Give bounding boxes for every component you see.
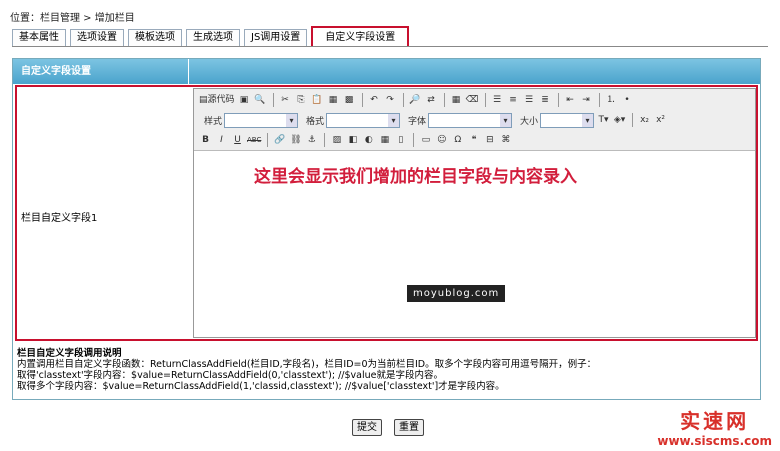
- paste-icon[interactable]: 📋: [310, 92, 325, 108]
- watermark: moyublog.com: [407, 285, 506, 302]
- annotation-text: 这里会显示我们增加的栏目字段与内容录入: [254, 167, 577, 187]
- toolbar-separator: [413, 133, 415, 147]
- toolbar-separator: [272, 93, 274, 107]
- toolbar-row-2: 样式 格式 字体 大小 T▾ ◈▾ x₂ x²: [198, 111, 669, 129]
- font-label: 字体: [408, 116, 427, 127]
- format-label: 格式: [306, 116, 325, 127]
- toolbar-separator: [324, 133, 326, 147]
- cut-icon[interactable]: ✂: [278, 92, 293, 108]
- logo-url-text: www.siscms.com: [657, 434, 772, 448]
- align-right-icon[interactable]: ☰: [522, 92, 537, 108]
- toolbar-separator: [484, 93, 486, 107]
- size-label: 大小: [520, 116, 539, 127]
- undo-icon[interactable]: ↶: [367, 92, 382, 108]
- image-icon[interactable]: ▨: [329, 132, 344, 148]
- special-char-icon[interactable]: Ω: [450, 132, 465, 148]
- background-color-icon[interactable]: ◈▾: [612, 112, 627, 128]
- align-justify-icon[interactable]: ≣: [538, 92, 553, 108]
- custom-field-panel: 自定义字段设置 栏目自定义字段1 ▤ 源代码 ▣ 🔍 ✂ ⎘ 📋 ▦ ▩ ↶ ↷…: [12, 58, 761, 400]
- form-actions: 提交 重置: [352, 419, 436, 436]
- anchor-icon[interactable]: ⚓: [304, 132, 319, 148]
- help-line: 内置调用栏目自定义字段函数：ReturnClassAddField(栏目ID,字…: [17, 359, 597, 370]
- toolbar-separator: [361, 93, 363, 107]
- save-icon[interactable]: ▣: [237, 92, 252, 108]
- subscript-icon[interactable]: x₂: [637, 112, 652, 128]
- format-select[interactable]: [326, 112, 401, 128]
- link-icon[interactable]: 🔗: [272, 132, 287, 148]
- select-all-icon[interactable]: ▦: [449, 92, 464, 108]
- copy-icon[interactable]: ⎘: [294, 92, 309, 108]
- outdent-icon[interactable]: ⇤: [563, 92, 578, 108]
- editor-content-area[interactable]: 这里会显示我们增加的栏目字段与内容录入 moyublog.com: [194, 152, 755, 337]
- toolbar-row-1: ▤ 源代码 ▣ 🔍 ✂ ⎘ 📋 ▦ ▩ ↶ ↷ 🔎 ⇄ ▦ ⌫ ☰ ≡ ☰ ≣ …: [198, 91, 636, 109]
- source-code-label: 源代码: [207, 95, 235, 105]
- reset-button[interactable]: 重置: [394, 419, 424, 436]
- flash-icon[interactable]: ◧: [345, 132, 360, 148]
- tab-basic-properties[interactable]: 基本属性: [12, 29, 66, 46]
- help-line: 取得多个字段内容：$value=ReturnClassAddField(1,'c…: [17, 381, 505, 392]
- ordered-list-icon[interactable]: ⒈: [604, 92, 619, 108]
- source-code-button[interactable]: ▤ 源代码: [198, 92, 236, 108]
- tab-bar: 基本属性 选项设置 模板选项 生成选项 JS调用设置 自定义字段设置: [12, 26, 413, 46]
- section-header: 自定义字段设置: [13, 59, 760, 84]
- source-code-icon: ▤: [199, 95, 208, 105]
- smiley-icon[interactable]: ☺: [434, 132, 449, 148]
- toolbar-row-3: B I U ABC 🔗 ⛓ ⚓ ▨ ◧ ◐ ▦ ▯ ▭ ☺ Ω ❝ ⊟ ⌘: [198, 131, 514, 149]
- media-icon[interactable]: ◐: [361, 132, 376, 148]
- tab-template-options[interactable]: 模板选项: [128, 29, 182, 46]
- page-break-icon[interactable]: ⊟: [482, 132, 497, 148]
- bold-button[interactable]: B: [198, 132, 213, 148]
- section-title: 自定义字段设置: [21, 66, 91, 77]
- underline-button[interactable]: U: [230, 132, 245, 148]
- toolbar-separator: [598, 93, 600, 107]
- size-select[interactable]: [540, 112, 595, 128]
- indent-icon[interactable]: ⇥: [579, 92, 594, 108]
- toolbar-separator: [267, 133, 269, 147]
- horizontal-rule-icon[interactable]: ▭: [418, 132, 433, 148]
- align-center-icon[interactable]: ≡: [506, 92, 521, 108]
- custom-field-label: 栏目自定义字段1: [21, 213, 98, 224]
- tab-option-settings[interactable]: 选项设置: [70, 29, 124, 46]
- tab-js-settings[interactable]: JS调用设置: [244, 29, 308, 46]
- breadcrumb: 位置：栏目管理 > 增加栏目: [10, 13, 135, 24]
- header-divider: [188, 59, 189, 84]
- align-left-icon[interactable]: ☰: [490, 92, 505, 108]
- tab-custom-fields[interactable]: 自定义字段设置: [311, 26, 410, 46]
- text-color-icon[interactable]: T▾: [596, 112, 611, 128]
- submit-button[interactable]: 提交: [352, 419, 382, 436]
- replace-icon[interactable]: ⇄: [424, 92, 439, 108]
- style-select[interactable]: [224, 112, 299, 128]
- logo-cn-text: 实速网: [680, 409, 750, 433]
- table-icon[interactable]: ▦: [377, 132, 392, 148]
- toolbar-separator: [443, 93, 445, 107]
- remove-format-icon[interactable]: ⌫: [465, 92, 480, 108]
- help-line: 取得'classtext'字段内容：$value=ReturnClassAddF…: [17, 370, 443, 381]
- unlink-icon[interactable]: ⛓: [288, 132, 303, 148]
- toolbar-separator: [557, 93, 559, 107]
- strikethrough-button[interactable]: ABC: [246, 132, 262, 148]
- editor-toolbar: ▤ 源代码 ▣ 🔍 ✂ ⎘ 📋 ▦ ▩ ↶ ↷ 🔎 ⇄ ▦ ⌫ ☰ ≡ ☰ ≣ …: [194, 89, 755, 151]
- page-icon[interactable]: ▯: [393, 132, 408, 148]
- italic-button[interactable]: I: [214, 132, 229, 148]
- paste-word-icon[interactable]: ▩: [342, 92, 357, 108]
- unordered-list-icon[interactable]: •: [620, 92, 635, 108]
- preview-icon[interactable]: 🔍: [253, 92, 268, 108]
- toolbar-separator: [632, 113, 634, 127]
- site-logo: 实速网 www.siscms.com: [657, 405, 772, 448]
- rich-text-editor: ▤ 源代码 ▣ 🔍 ✂ ⎘ 📋 ▦ ▩ ↶ ↷ 🔎 ⇄ ▦ ⌫ ☰ ≡ ☰ ≣ …: [193, 88, 756, 338]
- find-icon[interactable]: 🔎: [408, 92, 423, 108]
- style-label: 样式: [204, 116, 223, 127]
- toolbar-separator: [402, 93, 404, 107]
- help-title: 栏目自定义字段调用说明: [17, 348, 122, 359]
- paste-text-icon[interactable]: ▦: [326, 92, 341, 108]
- superscript-icon[interactable]: x²: [653, 112, 668, 128]
- font-select[interactable]: [428, 112, 513, 128]
- help-section: 栏目自定义字段调用说明 内置调用栏目自定义字段函数：ReturnClassAdd…: [17, 348, 596, 392]
- redo-icon[interactable]: ↷: [383, 92, 398, 108]
- code-icon[interactable]: ⌘: [498, 132, 513, 148]
- custom-field-row: 栏目自定义字段1 ▤ 源代码 ▣ 🔍 ✂ ⎘ 📋 ▦ ▩ ↶ ↷ 🔎 ⇄ ▦ ⌫…: [15, 85, 758, 341]
- tab-generate-options[interactable]: 生成选项: [186, 29, 240, 46]
- blockquote-icon[interactable]: ❝: [466, 132, 481, 148]
- tab-divider: [12, 46, 768, 47]
